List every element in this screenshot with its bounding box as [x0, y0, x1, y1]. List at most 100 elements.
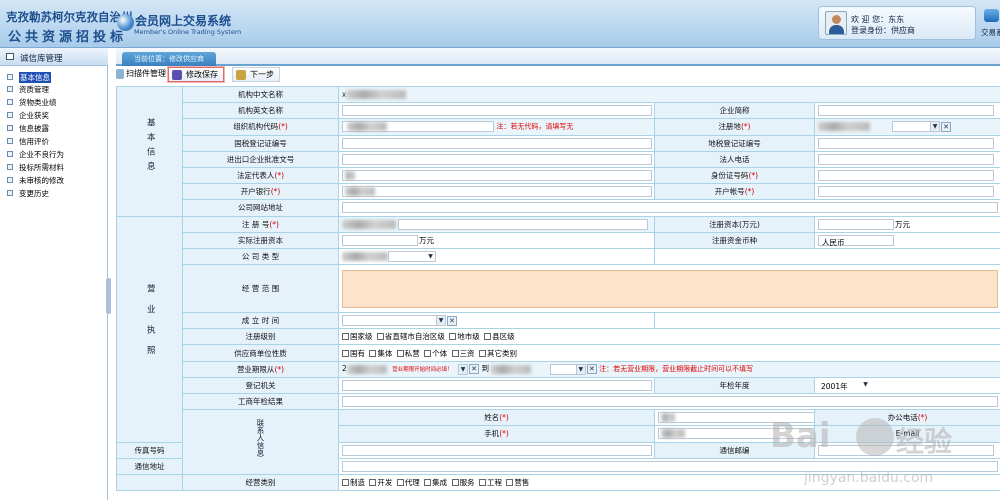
- trading-system-button[interactable]: 交易系: [980, 6, 1000, 40]
- clear-icon[interactable]: ✕: [586, 364, 597, 375]
- tab-current-location[interactable]: 当前位置：修改供应商: [122, 52, 216, 66]
- business-scope-textarea[interactable]: [342, 269, 998, 308]
- org-code-input[interactable]: [342, 121, 494, 133]
- sidebar-item-change-history[interactable]: 变更历史: [7, 187, 103, 199]
- sidebar-item-basic-info[interactable]: 基本信息: [7, 71, 103, 83]
- org-cn-name-field[interactable]: X: [337, 86, 1000, 104]
- sidebar-item-bad-behavior[interactable]: 企业不良行为: [7, 148, 103, 160]
- sidebar-item-bid-materials[interactable]: 投标所需材料: [7, 161, 103, 173]
- reg-level-label: 注册级别: [182, 328, 339, 346]
- period-note: 注：若无营业期限，营业期限截止时间可以不填写: [599, 365, 754, 374]
- reg-capital-input[interactable]: [818, 218, 894, 230]
- reg-authority-input[interactable]: [342, 379, 652, 391]
- checkbox-icon: [478, 479, 486, 487]
- legal-rep-input[interactable]: [342, 170, 652, 182]
- reg-level-option[interactable]: 县区级: [484, 331, 515, 342]
- sidebar-item-label: 企业不良行为: [19, 150, 64, 159]
- local-tax-input[interactable]: [818, 137, 994, 149]
- company-type-label: 公 司 类 型: [182, 247, 339, 266]
- edit-icon: [236, 70, 246, 80]
- nat-tax-input[interactable]: [342, 137, 652, 149]
- business-category-option[interactable]: 工程: [478, 477, 502, 488]
- required-mark: (*): [278, 122, 288, 132]
- checkbox-icon: [449, 333, 457, 341]
- logo-line1: 克孜勒苏柯尔克孜自治州: [6, 10, 133, 24]
- business-category-option[interactable]: 服务: [451, 477, 475, 488]
- business-category-option[interactable]: 营售: [506, 477, 529, 488]
- business-category-option[interactable]: 集成: [424, 477, 447, 488]
- mobile-text: 手机: [484, 429, 500, 439]
- checkbox-icon: [342, 349, 349, 357]
- annual-result-input[interactable]: [342, 396, 998, 408]
- business-category-option[interactable]: 开发: [369, 477, 392, 488]
- business-category-option[interactable]: 代理: [396, 477, 420, 488]
- option-label: 集成: [432, 478, 448, 488]
- doc-icon: [7, 177, 13, 183]
- reg-level-option[interactable]: 地市级: [449, 331, 480, 342]
- bank-text: 开户银行: [240, 187, 271, 197]
- postcode-input[interactable]: [818, 444, 994, 456]
- nat-tax-label: 国税登记证编号: [182, 134, 339, 152]
- supplier-nature-option[interactable]: 国有: [342, 348, 365, 359]
- chevron-down-icon: ▼: [458, 364, 468, 374]
- reg-number-input[interactable]: [398, 218, 648, 230]
- sidebar-splitter[interactable]: [106, 278, 111, 314]
- scan-icon: [116, 69, 124, 79]
- office-phone-label: 办公电话(*): [813, 409, 1000, 427]
- checkbox-icon: [369, 479, 377, 487]
- next-step-button[interactable]: 下一步: [232, 67, 280, 82]
- supplier-nature-option[interactable]: 三资: [451, 348, 475, 359]
- sidebar-title: 诚信库管理: [20, 54, 63, 64]
- currency-input[interactable]: 人民币: [818, 234, 894, 247]
- paid-capital-input[interactable]: [342, 234, 418, 246]
- sidebar-item-label: 变更历史: [19, 189, 49, 198]
- checkbox-icon: [376, 333, 384, 341]
- supplier-nature-option[interactable]: 私营: [396, 348, 420, 359]
- account-label: 开户帐号(*): [654, 183, 815, 201]
- mobile-input[interactable]: [658, 428, 814, 440]
- scan-manage-button[interactable]: 扫描件管理: [116, 67, 171, 82]
- save-changes-button[interactable]: 修改保存: [168, 67, 224, 82]
- clear-icon[interactable]: ✕: [469, 364, 480, 375]
- system-title: 会员网上交易系统: [135, 14, 232, 28]
- company-type-select[interactable]: ▼: [388, 250, 436, 262]
- reg-level-option[interactable]: 国家级: [342, 331, 373, 342]
- doc-icon: [7, 112, 13, 118]
- clear-icon[interactable]: ✕: [941, 121, 951, 132]
- address-input[interactable]: [342, 460, 998, 472]
- supplier-nature-option[interactable]: 集体: [369, 348, 392, 359]
- bank-input[interactable]: [342, 186, 652, 198]
- id-number-input[interactable]: [818, 170, 994, 182]
- short-name-input[interactable]: [818, 105, 994, 117]
- section-extra: [116, 473, 183, 492]
- sidebar-item-unreviewed[interactable]: 未审核的修改: [7, 174, 103, 186]
- business-category-option[interactable]: 制造: [342, 477, 365, 488]
- supplier-nature-option[interactable]: 个体: [424, 348, 447, 359]
- option-label: 工程: [486, 478, 502, 488]
- sidebar-item-awards[interactable]: 企业获奖: [7, 109, 103, 121]
- doc-icon: [7, 164, 13, 170]
- period-end-picker[interactable]: ▼: [549, 363, 586, 375]
- established-date-picker[interactable]: ▼: [342, 315, 446, 327]
- sidebar-item-goods-performance[interactable]: 货物类业绩: [7, 96, 103, 108]
- website-input[interactable]: [342, 202, 998, 214]
- chevron-down-icon: ▼: [575, 364, 585, 374]
- checkbox-icon: [424, 479, 432, 487]
- sidebar-item-qualification[interactable]: 资质管理: [7, 83, 103, 95]
- supplier-nature-option[interactable]: 其它类别: [478, 348, 517, 359]
- period-start-picker[interactable]: ▼: [458, 363, 469, 375]
- annual-year-select[interactable]: 2001年 ▼: [818, 379, 870, 391]
- sidebar-item-disclosure[interactable]: 信息披露: [7, 122, 103, 134]
- reg-level-option[interactable]: 省直辖市自治区级: [376, 331, 445, 342]
- reg-place-select[interactable]: ▼: [892, 121, 940, 133]
- sidebar-item-credit-rating[interactable]: 信用评价: [7, 135, 103, 147]
- user-info-panel: 欢 迎 您：东东 登录身份：供应商: [818, 6, 976, 40]
- contact-name-input[interactable]: [658, 412, 814, 424]
- legal-phone-input[interactable]: [818, 153, 994, 165]
- org-en-name-input[interactable]: [342, 105, 652, 117]
- import-export-input[interactable]: [342, 153, 652, 165]
- reg-place-text: 注册地: [718, 122, 741, 132]
- fax-input[interactable]: [342, 444, 652, 456]
- account-input[interactable]: [818, 186, 994, 198]
- clear-icon[interactable]: ✕: [447, 315, 457, 326]
